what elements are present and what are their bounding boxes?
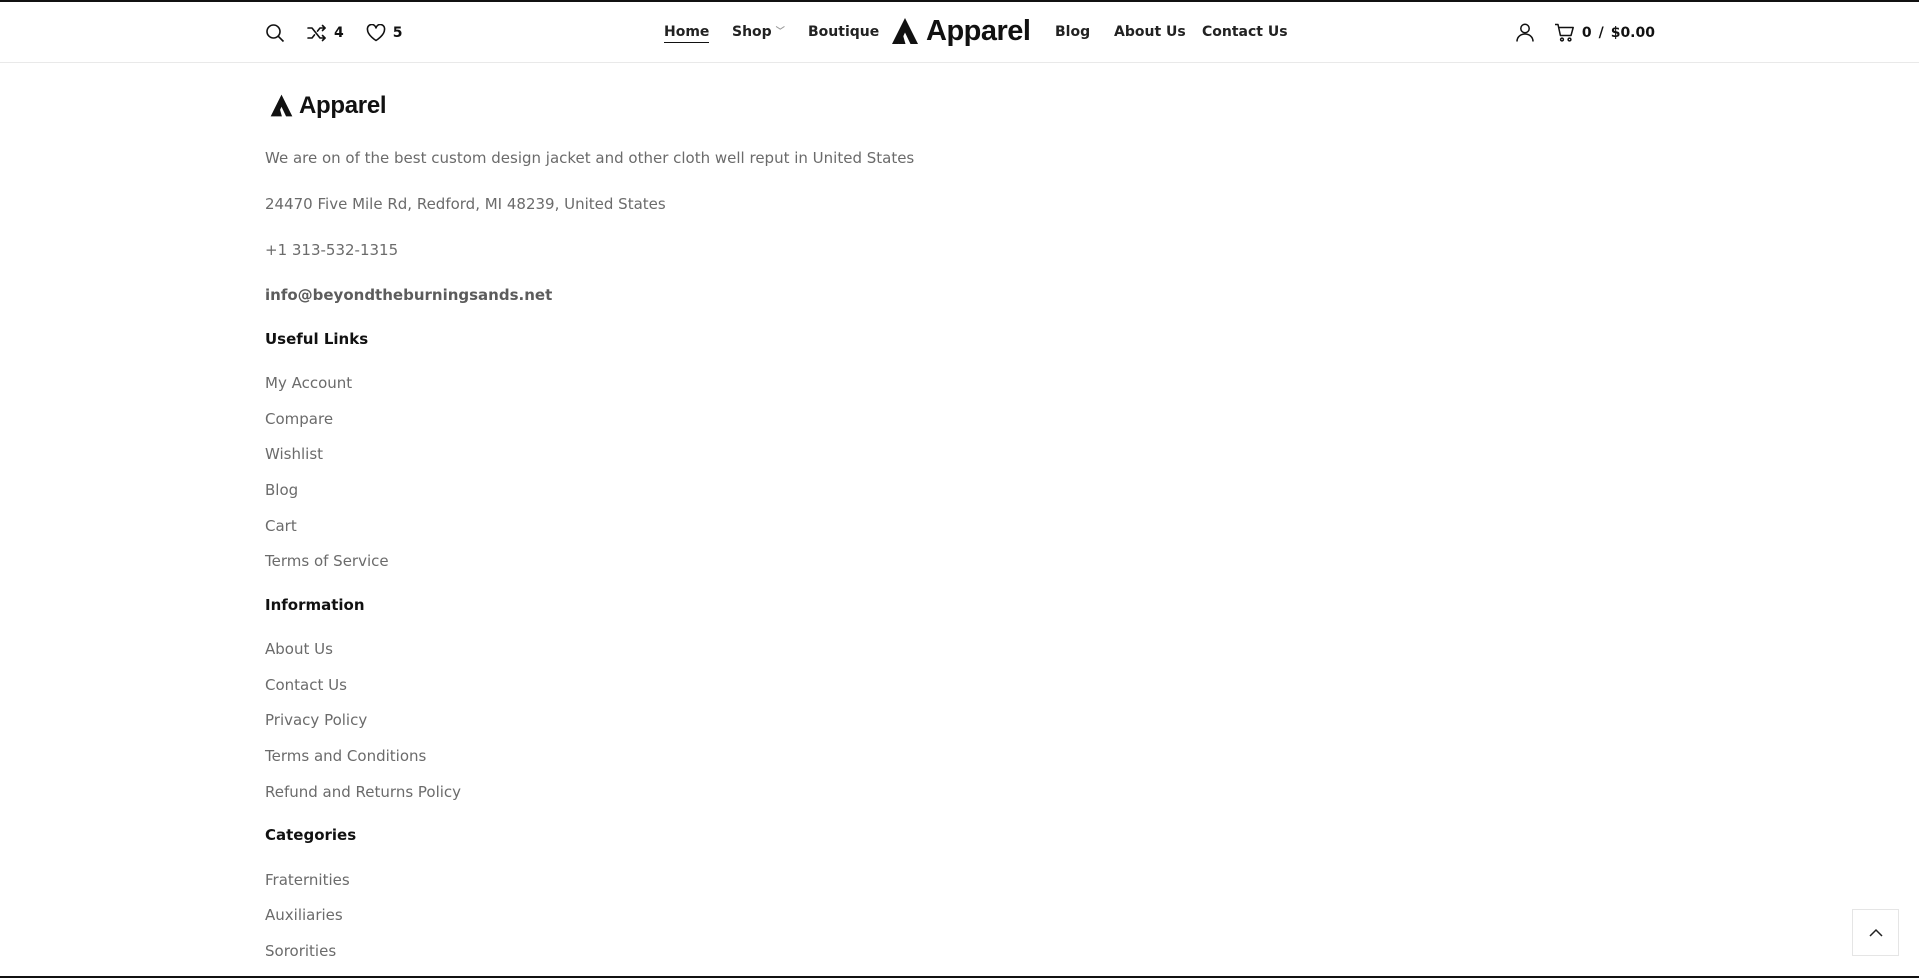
- link-about-us[interactable]: About Us: [265, 640, 333, 658]
- footer-address: 24470 Five Mile Rd, Redford, MI 48239, U…: [265, 195, 666, 213]
- link-compare[interactable]: Compare: [265, 410, 333, 428]
- nav-home[interactable]: Home: [664, 2, 710, 63]
- footer-brand-name: Apparel: [299, 91, 387, 119]
- site-header: 4 5 Home Shop ﹀ Boutique Blog About Us Co…: [0, 2, 1919, 63]
- apparel-logo-icon: [270, 94, 293, 117]
- link-fraternities[interactable]: Fraternities: [265, 871, 350, 889]
- footer-logo[interactable]: Apparel: [269, 91, 387, 119]
- cart-icon: [1554, 23, 1574, 42]
- footer-email[interactable]: info@beyondtheburningsands.net: [265, 286, 552, 304]
- information-heading: Information: [265, 596, 365, 614]
- link-my-account[interactable]: My Account: [265, 374, 352, 392]
- account-button[interactable]: [1516, 23, 1534, 42]
- link-sororities[interactable]: Sororities: [265, 942, 336, 960]
- cart-button[interactable]: 0 / $0.00: [1554, 23, 1655, 42]
- link-refund-returns-policy[interactable]: Refund and Returns Policy: [265, 783, 461, 801]
- nav-contact[interactable]: Contact Us: [1202, 2, 1288, 63]
- link-wishlist[interactable]: Wishlist: [265, 445, 323, 463]
- link-terms-of-service[interactable]: Terms of Service: [265, 552, 389, 570]
- chevron-up-icon: [1868, 928, 1883, 937]
- nav-blog[interactable]: Blog: [1055, 2, 1090, 63]
- footer-tagline: We are on of the best custom design jack…: [265, 149, 915, 167]
- cart-count: 0: [1581, 24, 1592, 41]
- useful-links-heading: Useful Links: [265, 330, 369, 348]
- nav-boutique[interactable]: Boutique: [808, 2, 879, 63]
- link-privacy-policy[interactable]: Privacy Policy: [265, 711, 367, 729]
- header-account-tools: 0 / $0.00: [1516, 2, 1655, 63]
- link-blog[interactable]: Blog: [265, 481, 298, 499]
- link-terms-and-conditions[interactable]: Terms and Conditions: [265, 747, 426, 765]
- nav-about[interactable]: About Us: [1114, 2, 1186, 63]
- header-brand-name: Apparel: [926, 14, 1031, 47]
- cart-separator: /: [1598, 24, 1604, 41]
- link-auxiliaries[interactable]: Auxiliaries: [265, 906, 343, 924]
- apparel-logo-icon: [892, 18, 918, 44]
- user-icon: [1516, 23, 1534, 42]
- link-cart[interactable]: Cart: [265, 517, 297, 535]
- link-contact-us[interactable]: Contact Us: [265, 676, 347, 694]
- footer-phone[interactable]: +1 313-532-1315: [265, 241, 398, 259]
- back-to-top-button[interactable]: [1852, 909, 1899, 956]
- cart-total: $0.00: [1610, 24, 1655, 41]
- chevron-down-icon: ﹀: [775, 27, 785, 37]
- header-logo[interactable]: Apparel: [890, 14, 1031, 47]
- nav-shop[interactable]: Shop ﹀: [732, 2, 785, 63]
- categories-heading: Categories: [265, 826, 357, 844]
